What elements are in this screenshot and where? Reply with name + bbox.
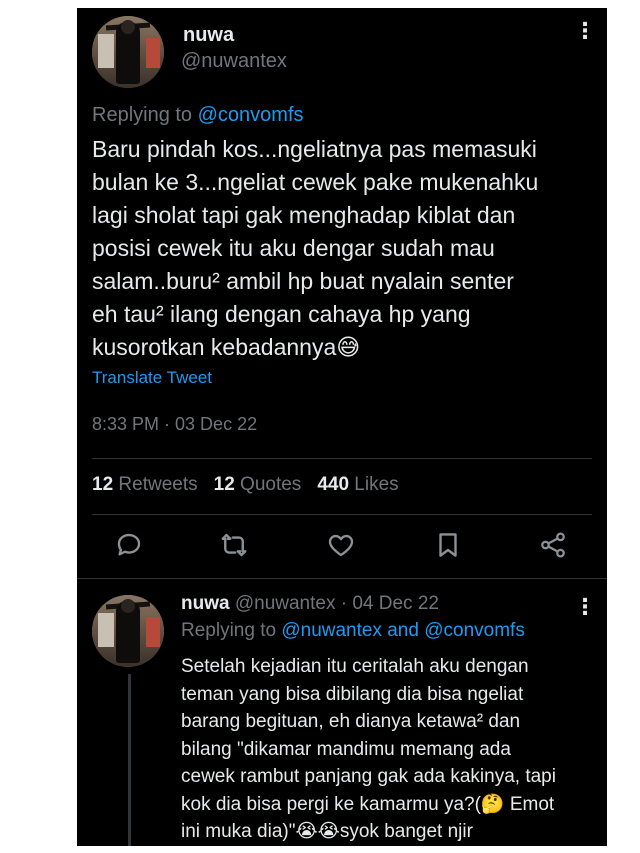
reply-avatar[interactable] (92, 595, 164, 667)
tweet-stats: 12 Retweets 12 Quotes 440 Likes (92, 474, 399, 496)
replying-to-link[interactable]: @convomfs (198, 104, 304, 126)
reply-replying-prefix: Replying to (181, 620, 282, 641)
reply-replying-to: Replying to @nuwantex and @convomfs (181, 620, 525, 642)
thread-line (128, 674, 131, 846)
bookmark-icon[interactable] (433, 530, 463, 560)
quotes-count[interactable]: 12 (214, 474, 235, 495)
likes-count[interactable]: 440 (317, 474, 349, 495)
display-name[interactable]: nuwa (183, 24, 234, 47)
divider (92, 514, 592, 515)
retweet-icon[interactable] (219, 530, 249, 560)
reply-display-name[interactable]: nuwa (181, 593, 230, 614)
replying-prefix: Replying to (92, 104, 198, 126)
divider (92, 458, 592, 459)
more-options-icon[interactable]: ⋮ (574, 20, 596, 42)
user-handle[interactable]: @nuwantex (181, 50, 287, 73)
likes-label[interactable]: Likes (354, 474, 398, 495)
avatar[interactable] (92, 16, 164, 88)
reply-handle-date[interactable]: @nuwantex · 04 Dec 22 (230, 593, 439, 614)
reply-text: Setelah kejadian itu ceritalah aku denga… (181, 656, 556, 842)
share-icon[interactable] (538, 530, 568, 560)
retweets-count[interactable]: 12 (92, 474, 113, 495)
like-icon[interactable] (326, 530, 356, 560)
replying-to: Replying to @convomfs (92, 104, 304, 127)
reply-icon[interactable] (114, 530, 144, 560)
tweet-timestamp[interactable]: 8:33 PM · 03 Dec 22 (92, 414, 257, 435)
reply-more-options-icon[interactable]: ⋮ (574, 596, 596, 618)
tweet-text: Baru pindah kos...ngeliatnya pas memasuk… (92, 136, 539, 360)
reply-header: nuwa @nuwantex · 04 Dec 22 (181, 593, 439, 615)
tweet-panel: nuwa @nuwantex ⋮ Replying to @convomfs B… (77, 8, 607, 846)
translate-tweet-link[interactable]: Translate Tweet (92, 368, 212, 388)
retweets-label[interactable]: Retweets (118, 474, 197, 495)
divider (77, 578, 607, 579)
quotes-label[interactable]: Quotes (240, 474, 301, 495)
action-bar (77, 530, 607, 566)
reply-replying-to-link[interactable]: @nuwantex and @convomfs (281, 620, 524, 641)
